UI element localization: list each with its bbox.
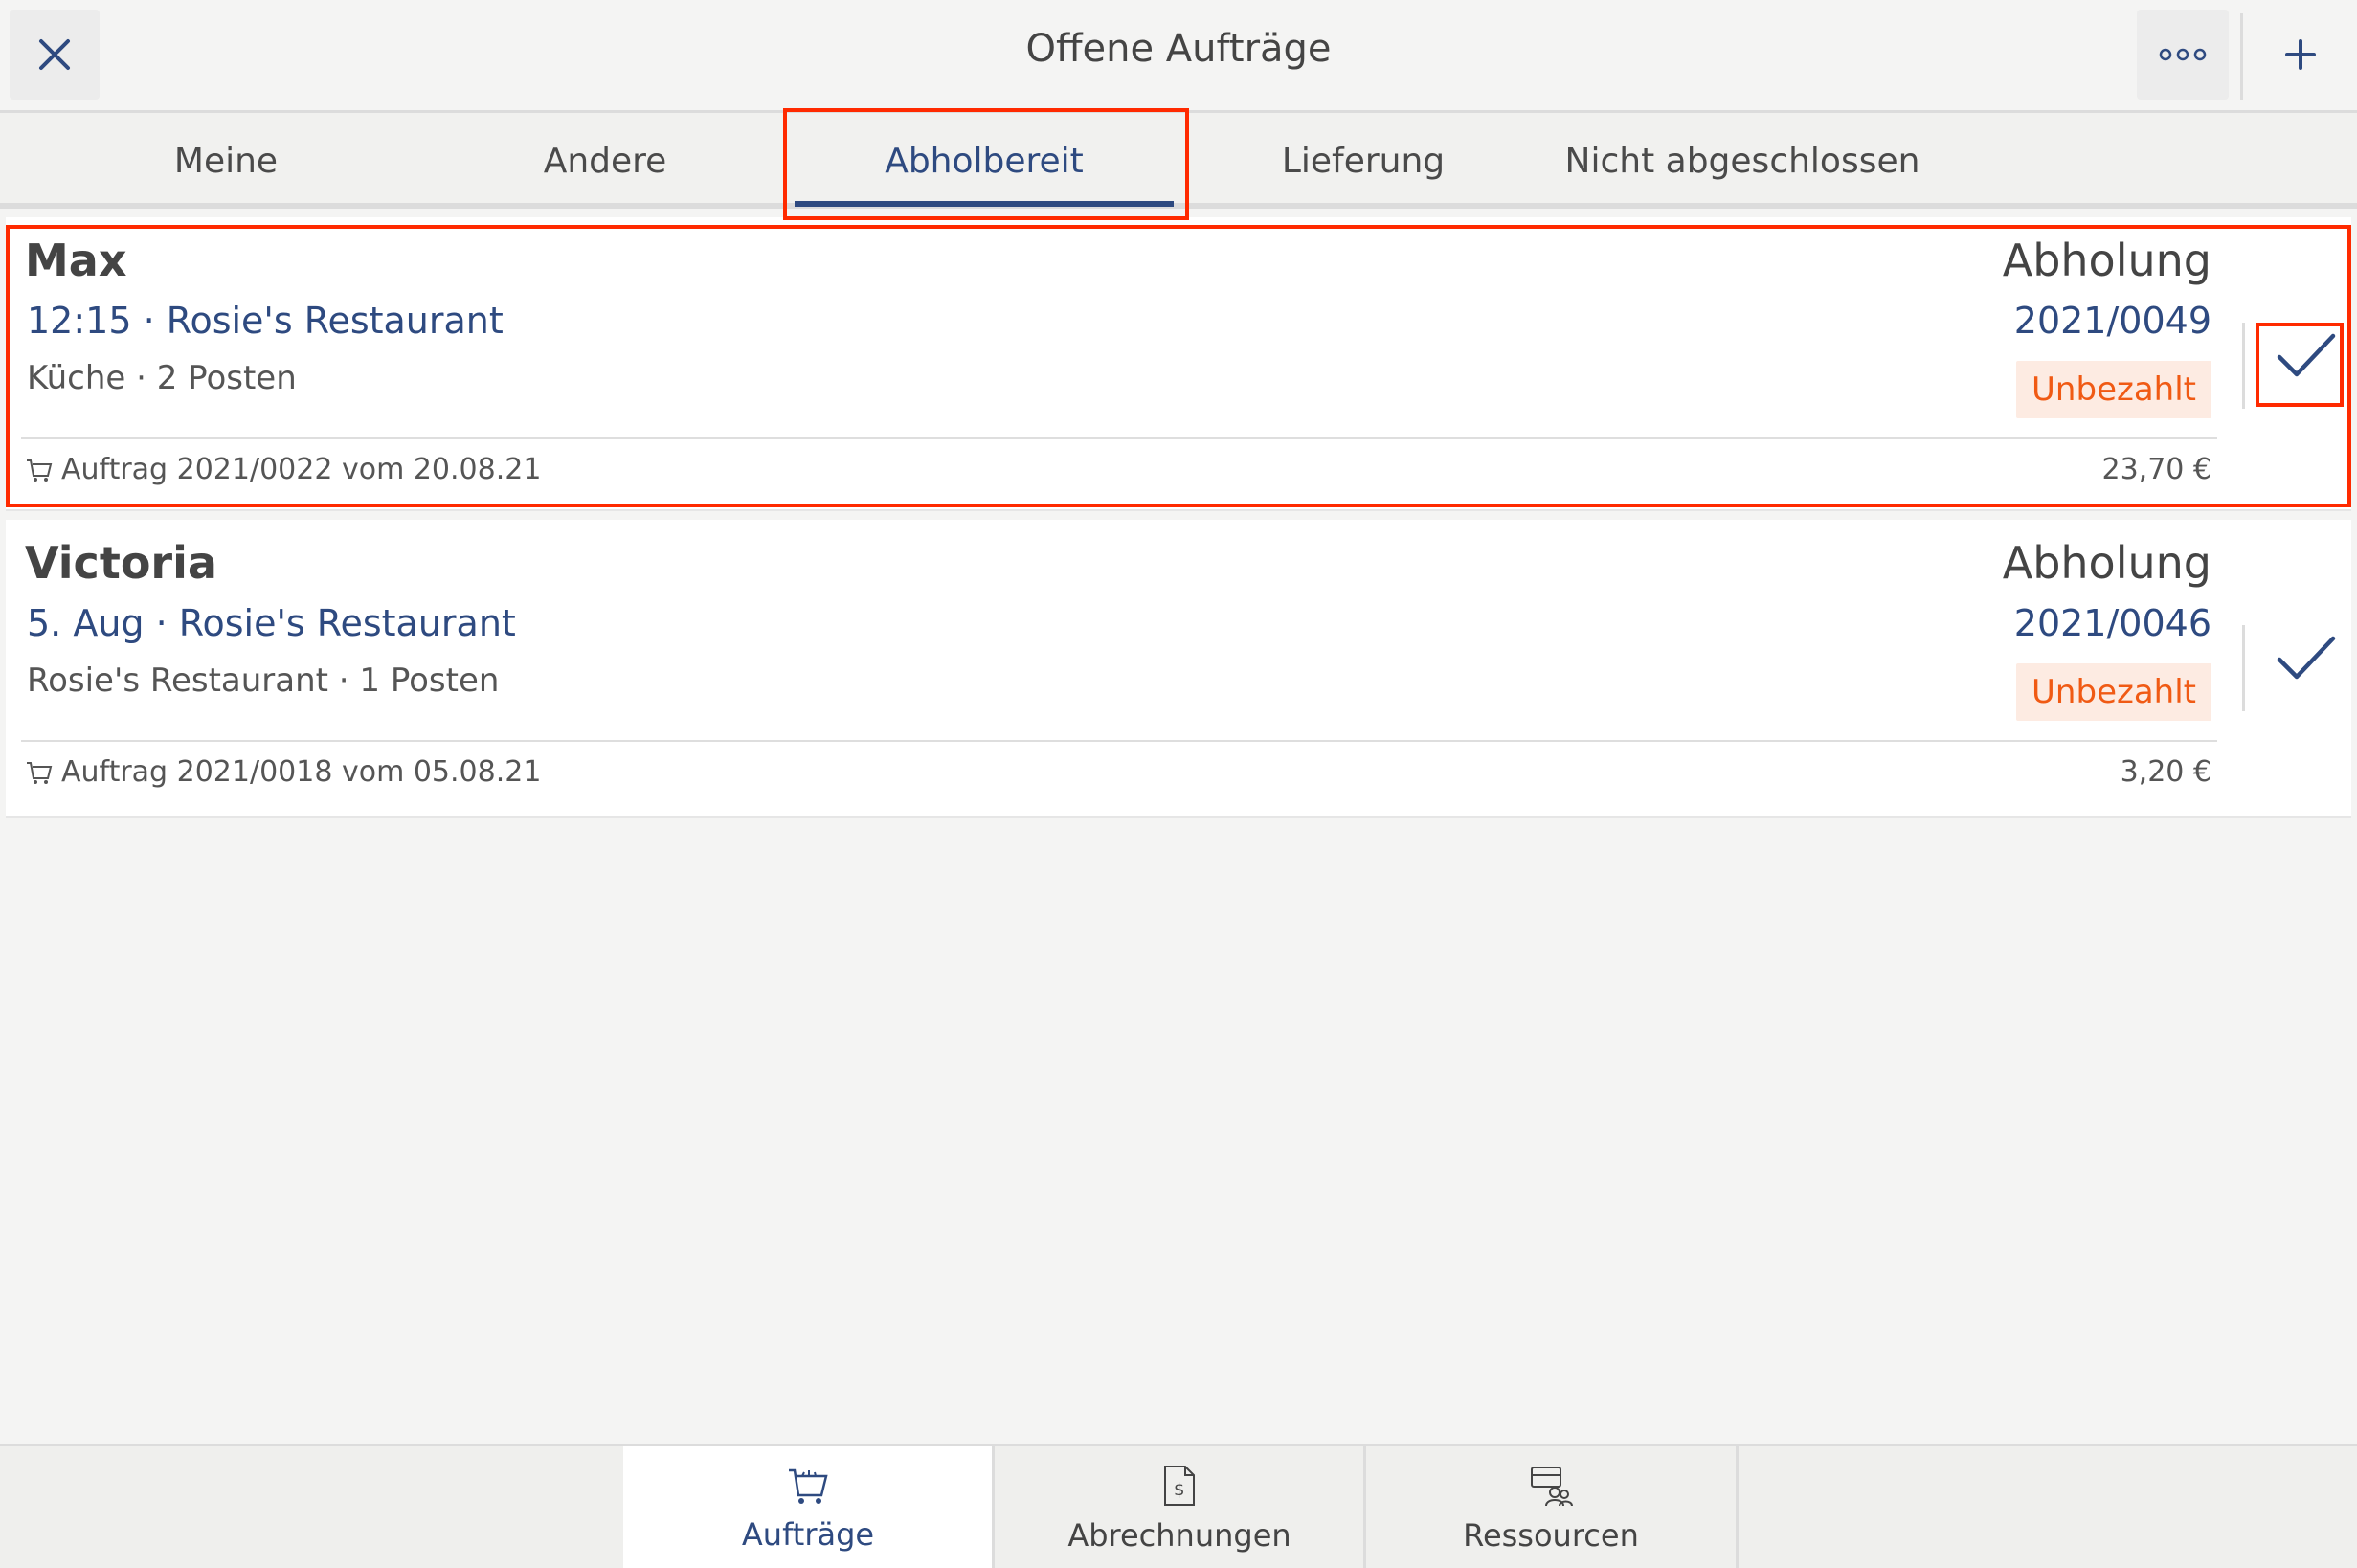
- order-number: 2021/0046: [2013, 602, 2211, 644]
- nav-label: Abrechnungen: [1067, 1517, 1291, 1554]
- order-time-location: 12:15 · Rosie's Restaurant: [27, 300, 504, 342]
- card-divider: [21, 437, 2217, 439]
- order-kind: Abholung: [2002, 537, 2211, 589]
- nav-label: Ressourcen: [1463, 1517, 1639, 1554]
- order-time-location: 5. Aug · Rosie's Restaurant: [27, 602, 516, 644]
- order-detail: Rosie's Restaurant · 1 Posten: [27, 661, 500, 700]
- complete-order-button[interactable]: [2263, 313, 2349, 399]
- cart-icon: [27, 761, 53, 784]
- order-number: 2021/0049: [2013, 300, 2211, 342]
- more-icon: [2159, 48, 2207, 61]
- svg-text:$: $: [1174, 1480, 1184, 1500]
- tab-nicht-abgeschlossen[interactable]: Nicht abgeschlossen: [1553, 113, 1932, 209]
- order-reference: Auftrag 2021/0018 vom 05.08.21: [25, 755, 541, 789]
- card-action-divider: [2242, 323, 2245, 409]
- customer-name: Max: [25, 235, 127, 286]
- checkmark-icon: [2277, 636, 2336, 680]
- plus-icon: [2285, 39, 2316, 70]
- card-action-divider: [2242, 625, 2245, 711]
- order-reference-text: Auftrag 2021/0022 vom 20.08.21: [61, 453, 542, 486]
- tab-abholbereit[interactable]: Abholbereit: [795, 113, 1174, 209]
- nav-label: Aufträge: [741, 1516, 875, 1553]
- nav-item-auftraege[interactable]: Aufträge: [623, 1446, 993, 1568]
- order-amount: 3,20 €: [2120, 755, 2211, 789]
- complete-order-button[interactable]: [2263, 616, 2349, 702]
- order-card[interactable]: Victoria 5. Aug · Rosie's Restaurant Ros…: [6, 520, 2351, 818]
- tab-meine[interactable]: Meine: [36, 113, 415, 209]
- header-bar: Offene Aufträge: [0, 0, 2357, 113]
- order-kind: Abholung: [2002, 235, 2211, 286]
- nav-item-ressourcen[interactable]: Ressourcen: [1366, 1446, 1736, 1568]
- order-tabs: Meine Andere Abholbereit Lieferung Nicht…: [0, 113, 2357, 209]
- nav-item-abrechnungen[interactable]: $ Abrechnungen: [995, 1446, 1364, 1568]
- bottom-navigation: Aufträge $ Abrechnungen Ressourcen: [0, 1444, 2357, 1568]
- more-button[interactable]: [2137, 10, 2229, 100]
- nav-divider: [1736, 1446, 1739, 1568]
- resources-icon: [1531, 1467, 1573, 1507]
- order-detail: Küche · 2 Posten: [27, 359, 297, 397]
- tab-andere[interactable]: Andere: [415, 113, 795, 209]
- payment-status-badge: Unbezahlt: [2016, 361, 2211, 418]
- page-title: Offene Aufträge: [1025, 27, 1332, 71]
- header-divider: [2240, 13, 2243, 100]
- order-amount: 23,70 €: [2101, 453, 2211, 486]
- cart-icon: [789, 1468, 828, 1504]
- order-reference-text: Auftrag 2021/0018 vom 05.08.21: [61, 755, 542, 789]
- customer-name: Victoria: [25, 537, 217, 589]
- cart-icon: [27, 459, 53, 482]
- checkmark-icon: [2277, 333, 2336, 377]
- add-order-button[interactable]: [2255, 10, 2346, 100]
- card-divider: [21, 740, 2217, 742]
- order-card[interactable]: Max 12:15 · Rosie's Restaurant Küche · 2…: [6, 217, 2351, 511]
- invoice-icon: $: [1164, 1466, 1195, 1506]
- payment-status-badge: Unbezahlt: [2016, 663, 2211, 721]
- tab-lieferung[interactable]: Lieferung: [1174, 113, 1553, 209]
- active-tab-indicator: [795, 201, 1174, 207]
- order-reference: Auftrag 2021/0022 vom 20.08.21: [25, 453, 541, 486]
